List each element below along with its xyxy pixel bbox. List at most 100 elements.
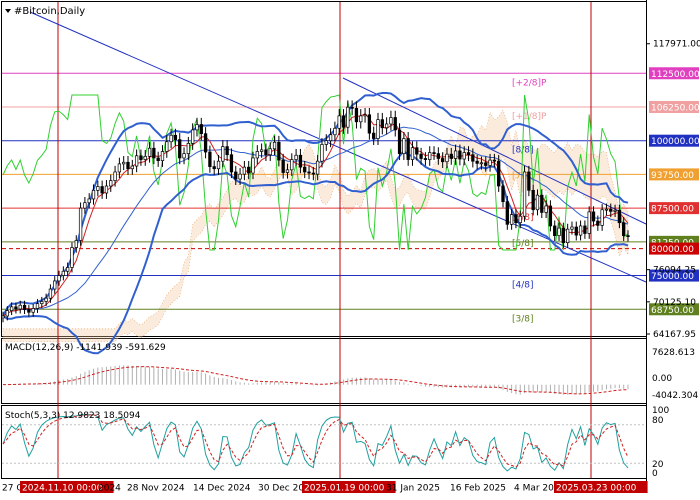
candle-body: [27, 309, 31, 313]
candle-body: [488, 159, 492, 166]
candle-body: [96, 186, 100, 191]
candle-body: [566, 228, 570, 244]
candle-body: [423, 158, 428, 160]
candle-body: [341, 115, 346, 128]
candle-body: [70, 247, 74, 268]
candle-body: [242, 166, 247, 175]
candle-body: [428, 152, 432, 160]
candle-body: [384, 123, 389, 129]
candle-body: [130, 165, 134, 170]
candle-body: [83, 202, 87, 209]
candle-body: [393, 117, 397, 131]
price-tick-label: 76094.25: [653, 266, 696, 276]
candle-body: [350, 106, 354, 109]
murrey-tag: [4/8]: [512, 281, 534, 291]
candle-body: [78, 207, 83, 241]
candle-body: [57, 275, 61, 282]
candle-body: [182, 153, 186, 159]
price-label-text: 87500.00: [651, 205, 694, 215]
candle-body: [337, 115, 341, 129]
candle-body: [600, 209, 604, 226]
price-label-text: 106250.00: [651, 103, 700, 113]
candle-body: [497, 160, 501, 187]
candle-body: [259, 149, 264, 152]
candle-body: [247, 166, 251, 174]
candle-body: [557, 227, 561, 236]
candle-body: [87, 198, 91, 204]
candle-body: [453, 150, 458, 159]
candle-body: [397, 129, 402, 154]
candle-body: [234, 171, 238, 180]
candle-body: [484, 162, 488, 166]
price-label-text: 93750.00: [651, 171, 694, 181]
candle-body: [152, 147, 156, 159]
macd-tick-label: 7628.613: [652, 348, 695, 358]
candle-body: [35, 303, 40, 309]
date-marker-label: 2024.11.10 00:00: [22, 484, 103, 494]
time-tick-label: 28 Nov 2024: [127, 484, 185, 494]
candle-body: [441, 158, 445, 163]
candle-body: [1, 315, 5, 319]
candle-body: [178, 139, 182, 159]
candle-body: [14, 306, 18, 310]
candle-body: [18, 304, 22, 310]
candle-body: [535, 194, 540, 211]
candle-body: [238, 173, 242, 180]
candle-body: [53, 280, 57, 290]
candle-body: [548, 205, 553, 227]
candle-body: [303, 166, 307, 173]
price-tick-label: 117971.00: [653, 40, 700, 50]
candle-body: [583, 225, 587, 234]
candle-body: [445, 153, 449, 163]
candle-body: [540, 194, 544, 213]
candle-body: [126, 161, 130, 170]
price-tick-label: 64167.95: [653, 330, 696, 340]
candle-body: [74, 240, 78, 248]
time-tick-label: 14 Dec 2024: [193, 484, 251, 494]
candle-body: [359, 115, 363, 123]
candle-body: [527, 171, 531, 191]
candle-body: [139, 155, 143, 160]
candle-body: [251, 157, 255, 174]
candle-body: [165, 141, 169, 152]
time-axis: 27 O2024.11.10 00:002024 28 Nov 2024 14 De…: [2, 481, 648, 494]
candle-body: [216, 160, 221, 170]
macd-tick-label: -4042.304: [652, 391, 698, 401]
candle-body: [561, 227, 565, 244]
candle-body: [66, 267, 70, 272]
candle-body: [307, 171, 311, 174]
candle-body: [492, 159, 497, 162]
candle-body: [281, 159, 285, 173]
candle-body: [570, 226, 574, 230]
candle-body: [100, 186, 104, 194]
candle-body: [143, 155, 147, 160]
candle-body: [410, 147, 415, 160]
candle-body: [376, 119, 380, 139]
candle-body: [113, 171, 117, 181]
time-tick-label: 16 Feb 2025: [450, 484, 506, 494]
candle-body: [272, 141, 277, 150]
candle-body: [458, 150, 462, 160]
candle-body: [475, 160, 479, 164]
candle-body: [419, 153, 423, 159]
candle-body: [466, 152, 471, 156]
candle-body: [203, 133, 208, 153]
price-label-text: 100000.00: [651, 137, 700, 147]
macd-tick-label: 0.00: [652, 374, 672, 384]
candle-body: [109, 180, 113, 187]
candle-body: [367, 114, 372, 134]
candle-body: [462, 152, 466, 160]
candle-body: [285, 169, 290, 173]
price-tick-label: 70125.10: [653, 298, 696, 308]
candle-body: [328, 134, 333, 142]
candle-body: [544, 205, 548, 213]
candle-body: [505, 201, 509, 225]
candle-body: [156, 157, 160, 161]
candle-body: [574, 226, 578, 236]
candle-body: [514, 214, 518, 224]
time-tick-label: 31 Jan 2025: [386, 484, 440, 494]
stoch-tick-label: 100: [652, 406, 669, 416]
candle-body: [626, 235, 630, 237]
date-marker-label: 2025.01.19 00:00: [304, 484, 385, 494]
candle-body: [48, 288, 53, 299]
